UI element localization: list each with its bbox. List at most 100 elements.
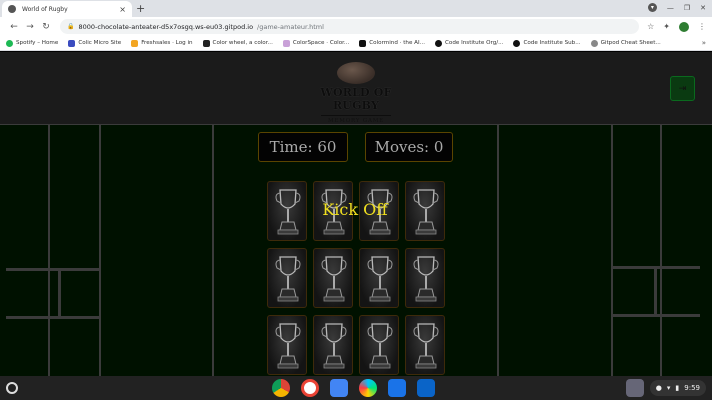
- reload-button[interactable]: ↻: [38, 22, 54, 32]
- address-bar[interactable]: 🔒 8000-chocolate-anteater-d5x7osgq.ws-eu…: [60, 19, 640, 34]
- memory-card[interactable]: [405, 248, 445, 308]
- bookmark-item[interactable]: Gitpod Cheat Sheet...: [590, 39, 661, 47]
- spotify-icon: [6, 39, 13, 47]
- bookmark-item[interactable]: Spotify – Home: [6, 39, 59, 47]
- profile-dropdown-icon[interactable]: ▾: [647, 3, 657, 12]
- bookmark-item[interactable]: Code Institute Org/...: [434, 39, 504, 47]
- browser-tab[interactable]: World of Rugby ×: [2, 1, 132, 17]
- trophy-icon: [275, 256, 301, 302]
- toolbar-actions: ☆ ✦ ⋮: [647, 21, 706, 32]
- memory-card[interactable]: [405, 315, 445, 375]
- chrome-icon[interactable]: [272, 379, 290, 397]
- forward-button[interactable]: →: [22, 22, 38, 32]
- bookmark-item[interactable]: Freshsales · Log in: [131, 39, 193, 47]
- bookmarks-bar: Spotify – Home Colic Micro Site Freshsal…: [0, 36, 712, 51]
- memory-card[interactable]: [359, 315, 399, 375]
- bookmark-label: Colormind · the AI...: [369, 40, 425, 46]
- extensions-icon[interactable]: ✦: [663, 22, 670, 31]
- restore-icon[interactable]: ❐: [684, 4, 690, 12]
- memory-card[interactable]: [405, 181, 445, 241]
- play-store-icon[interactable]: [359, 379, 377, 397]
- tab-title: World of Rugby: [22, 5, 68, 13]
- pinned-apps: [272, 379, 435, 397]
- rugby-field: Time: 60 Moves: 0 Kick Off: [0, 124, 712, 376]
- globe-icon: [590, 39, 598, 47]
- menu-icon[interactable]: ⋮: [698, 22, 706, 31]
- memory-card[interactable]: [313, 315, 353, 375]
- pitch-line: [212, 124, 214, 376]
- logo-divider: [321, 115, 391, 116]
- system-tray[interactable]: ● ▾ ▮ 9:59: [625, 379, 706, 397]
- trophy-icon: [367, 256, 393, 302]
- wifi-icon: ▾: [666, 384, 671, 392]
- moves-counter: Moves: 0: [365, 132, 453, 162]
- bookmark-item[interactable]: Colormind · the AI...: [359, 39, 425, 47]
- bookmark-item[interactable]: Color wheel, a color...: [202, 39, 273, 47]
- timer: Time: 60: [258, 132, 348, 162]
- trophy-icon: [413, 323, 439, 369]
- notification-icon: ●: [655, 384, 662, 392]
- site-icon: [359, 39, 367, 47]
- bookmark-label: Freshsales · Log in: [141, 40, 193, 46]
- new-tab-button[interactable]: +: [136, 2, 145, 15]
- browser-toolbar: ← → ↻ 🔒 8000-chocolate-anteater-d5x7osgq…: [0, 17, 712, 36]
- bookmark-star-icon[interactable]: ☆: [647, 22, 654, 31]
- gmail-icon[interactable]: [301, 379, 319, 397]
- kick-off-message[interactable]: Kick Off: [300, 200, 410, 219]
- lock-icon: 🔒: [67, 23, 75, 30]
- outlook-icon[interactable]: [417, 379, 435, 397]
- close-window-icon[interactable]: ✕: [700, 4, 706, 12]
- trophy-icon: [413, 189, 439, 235]
- site-icon: [68, 39, 76, 47]
- bookmark-label: Colic Micro Site: [78, 40, 122, 46]
- memory-card[interactable]: [267, 248, 307, 308]
- files-icon[interactable]: [388, 379, 406, 397]
- trophy-icon: [367, 323, 393, 369]
- bookmark-item[interactable]: ColorSpace · Color...: [282, 39, 350, 47]
- os-shelf: ● ▾ ▮ 9:59: [0, 376, 712, 400]
- battery-icon: ▮: [675, 384, 680, 392]
- clock: 9:59: [684, 384, 700, 392]
- site-logo[interactable]: WORLD OF RUGBY MEMORY GAME: [300, 62, 412, 124]
- window-controls: ▾ — ❐ ✕: [647, 3, 706, 12]
- memory-card[interactable]: [313, 248, 353, 308]
- page-content: WORLD OF RUGBY MEMORY GAME ⇥ Time: 60 Mo…: [0, 52, 712, 376]
- back-button[interactable]: ←: [6, 22, 22, 32]
- exit-icon: ⇥: [678, 83, 687, 94]
- site-header: WORLD OF RUGBY MEMORY GAME ⇥: [0, 52, 712, 124]
- bookmark-label: Spotify – Home: [16, 40, 59, 46]
- pitch-line: [0, 124, 712, 125]
- pitch-line: [497, 124, 499, 376]
- bookmark-item[interactable]: Colic Micro Site: [68, 39, 122, 47]
- status-area[interactable]: ● ▾ ▮ 9:59: [649, 380, 706, 396]
- bookmark-label: Code Institute Org/...: [444, 40, 504, 46]
- tab-strip: World of Rugby × + ▾ — ❐ ✕: [0, 0, 712, 17]
- exit-button[interactable]: ⇥: [670, 76, 695, 101]
- close-tab-button[interactable]: ×: [119, 5, 126, 14]
- memory-card[interactable]: [359, 248, 399, 308]
- url-host: 8000-chocolate-anteater-d5x7osgq.ws-eu03…: [78, 22, 254, 31]
- globe-icon: [8, 5, 16, 13]
- bookmark-item[interactable]: Code Institute Sub...: [513, 39, 581, 47]
- goal-post: [58, 268, 61, 318]
- holding-space-icon[interactable]: [625, 379, 644, 397]
- pitch-line: [99, 124, 101, 376]
- memory-card[interactable]: [267, 315, 307, 375]
- bookmark-label: Code Institute Sub...: [523, 40, 581, 46]
- bookmark-label: ColorSpace · Color...: [292, 40, 350, 46]
- docs-icon[interactable]: [330, 379, 348, 397]
- pitch-line: [48, 124, 50, 376]
- trophy-icon: [413, 256, 439, 302]
- trophy-icon: [275, 323, 301, 369]
- trophy-icon: [321, 323, 347, 369]
- more-bookmarks-button[interactable]: »: [702, 39, 706, 47]
- launcher-button[interactable]: [6, 382, 18, 394]
- minimize-icon[interactable]: —: [667, 4, 674, 12]
- goal-post: [6, 316, 101, 319]
- site-icon: [202, 39, 210, 47]
- profile-avatar[interactable]: [679, 21, 689, 32]
- bookmark-label: Gitpod Cheat Sheet...: [600, 40, 661, 46]
- goal-post: [654, 266, 657, 316]
- goal-post: [6, 268, 101, 271]
- bookmark-label: Color wheel, a color...: [212, 40, 273, 46]
